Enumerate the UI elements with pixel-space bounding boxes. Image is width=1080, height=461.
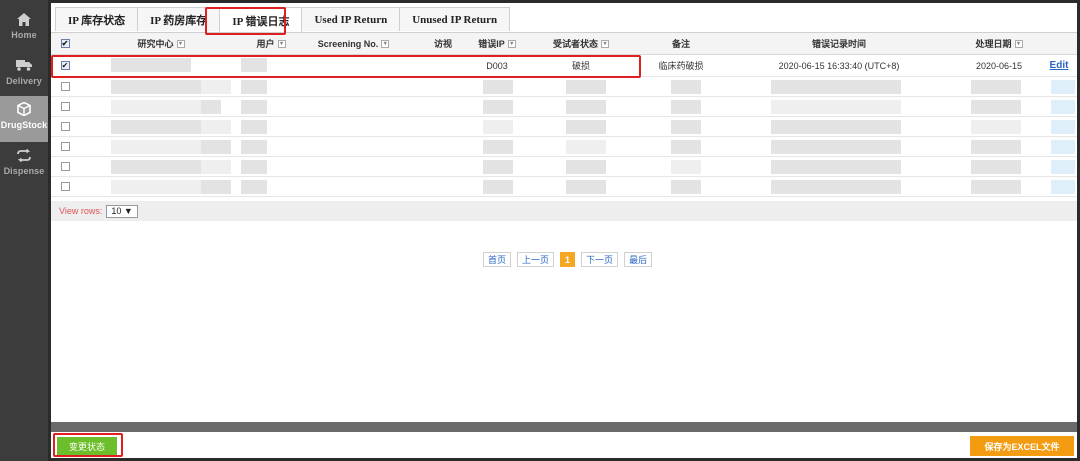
view-rows-bar: View rows: 10 ▼: [51, 201, 1077, 221]
tab-ip-pharmacy-stock[interactable]: IP 药房库存: [137, 7, 221, 31]
subject-status-cell: 破损: [571, 61, 590, 71]
table-row[interactable]: [51, 97, 1077, 117]
edit-link[interactable]: Edit: [1045, 55, 1073, 76]
error-ip-cell: D003: [486, 60, 508, 71]
column-header[interactable]: Screening No. ▾: [281, 33, 426, 54]
pager-last[interactable]: 最后: [624, 252, 653, 267]
filter-icon[interactable]: ▾: [507, 39, 516, 48]
table-row[interactable]: [51, 117, 1077, 137]
filter-icon[interactable]: ▾: [381, 39, 390, 48]
view-rows-select[interactable]: 10 ▼: [106, 204, 138, 218]
row-checkbox[interactable]: [55, 117, 75, 136]
sidebar-item-dispense[interactable]: Dispense: [0, 142, 48, 188]
box-icon: [16, 101, 32, 117]
column-header[interactable]: 研究中心 ▾: [91, 33, 231, 54]
app-window: Home Delivery DrugStock Dispense IP 库存状态…: [0, 0, 1080, 461]
table-row[interactable]: [51, 137, 1077, 157]
sidebar-item-label: Delivery: [6, 76, 42, 86]
home-icon: [16, 11, 32, 27]
sidebar: Home Delivery DrugStock Dispense: [0, 0, 48, 461]
panel-divider: [51, 422, 1077, 432]
chevron-down-icon: ▼: [123, 206, 133, 216]
sidebar-item-label: DrugStock: [0, 120, 48, 130]
row-checkbox[interactable]: [55, 177, 75, 196]
process-date-cell: 2020-06-15: [975, 60, 1023, 71]
table-row[interactable]: [51, 77, 1077, 97]
remark-cell: 临床药破损: [658, 61, 704, 71]
row-checkbox[interactable]: [55, 97, 75, 116]
tab-used-ip-return[interactable]: Used IP Return: [301, 7, 401, 31]
tab-bar: IP 库存状态 IP 药房库存 IP 错误日志 Used IP Return U…: [55, 7, 511, 33]
tab-ip-error-log[interactable]: IP 错误日志: [219, 7, 303, 33]
row-checkbox[interactable]: [55, 77, 75, 96]
redacted-cell: [241, 58, 267, 72]
pager-current-page[interactable]: 1: [560, 252, 576, 267]
refresh-icon: [16, 147, 32, 163]
pager-prev[interactable]: 上一页: [517, 252, 555, 267]
table-row[interactable]: [51, 157, 1077, 177]
sidebar-item-home[interactable]: Home: [0, 6, 48, 52]
tab-ip-stock-status[interactable]: IP 库存状态: [55, 7, 139, 31]
error-log-table: ✔ 研究中心 ▾ 用户 ▾ Screening No. ▾ 访视 错误IP ▾ 受试者状…: [51, 33, 1077, 197]
select-all-checkbox[interactable]: ✔: [55, 33, 75, 54]
error-time-cell: 2020-06-15 16:33:40 (UTC+8): [778, 60, 900, 71]
change-status-button[interactable]: 变更状态: [57, 437, 117, 455]
column-header: 备注: [671, 39, 690, 49]
column-header: 访视: [433, 39, 452, 49]
main-panel: IP 库存状态 IP 药房库存 IP 错误日志 Used IP Return U…: [51, 3, 1077, 458]
tab-unused-ip-return[interactable]: Unused IP Return: [399, 7, 511, 31]
truck-icon: [16, 57, 32, 73]
filter-icon[interactable]: ▾: [1014, 39, 1023, 48]
sidebar-item-drugstock[interactable]: DrugStock: [0, 96, 48, 142]
sidebar-item-label: Home: [11, 30, 37, 40]
column-header[interactable]: 受试者状态 ▾: [531, 33, 631, 54]
table-row[interactable]: [51, 177, 1077, 197]
export-excel-button[interactable]: 保存为EXCEL文件: [970, 436, 1074, 456]
view-rows-label: View rows:: [59, 206, 103, 216]
column-header: 错误记录时间: [811, 39, 866, 49]
table-header-row: ✔ 研究中心 ▾ 用户 ▾ Screening No. ▾ 访视 错误IP ▾ 受试者状…: [51, 33, 1077, 55]
sidebar-item-delivery[interactable]: Delivery: [0, 52, 48, 98]
filter-icon[interactable]: ▾: [176, 39, 185, 48]
pager-first[interactable]: 首页: [483, 252, 512, 267]
filter-icon[interactable]: ▾: [601, 39, 609, 48]
table-row[interactable]: ✔ D003 破损 临床药破损 2020-06-15 16:33:40 (UTC…: [51, 55, 1077, 77]
row-checkbox[interactable]: [55, 157, 75, 176]
row-checkbox[interactable]: ✔: [55, 55, 75, 76]
pagination: 首页 上一页 1 下一页 最后: [483, 252, 653, 267]
action-bar: 变更状态 保存为EXCEL文件: [51, 432, 1077, 458]
column-header[interactable]: 处理日期 ▾: [957, 33, 1041, 54]
sidebar-item-label: Dispense: [3, 166, 45, 176]
redacted-cell: [111, 58, 191, 72]
pager-next[interactable]: 下一页: [581, 252, 619, 267]
row-checkbox[interactable]: [55, 137, 75, 156]
column-header[interactable]: 错误IP ▾: [466, 33, 528, 54]
